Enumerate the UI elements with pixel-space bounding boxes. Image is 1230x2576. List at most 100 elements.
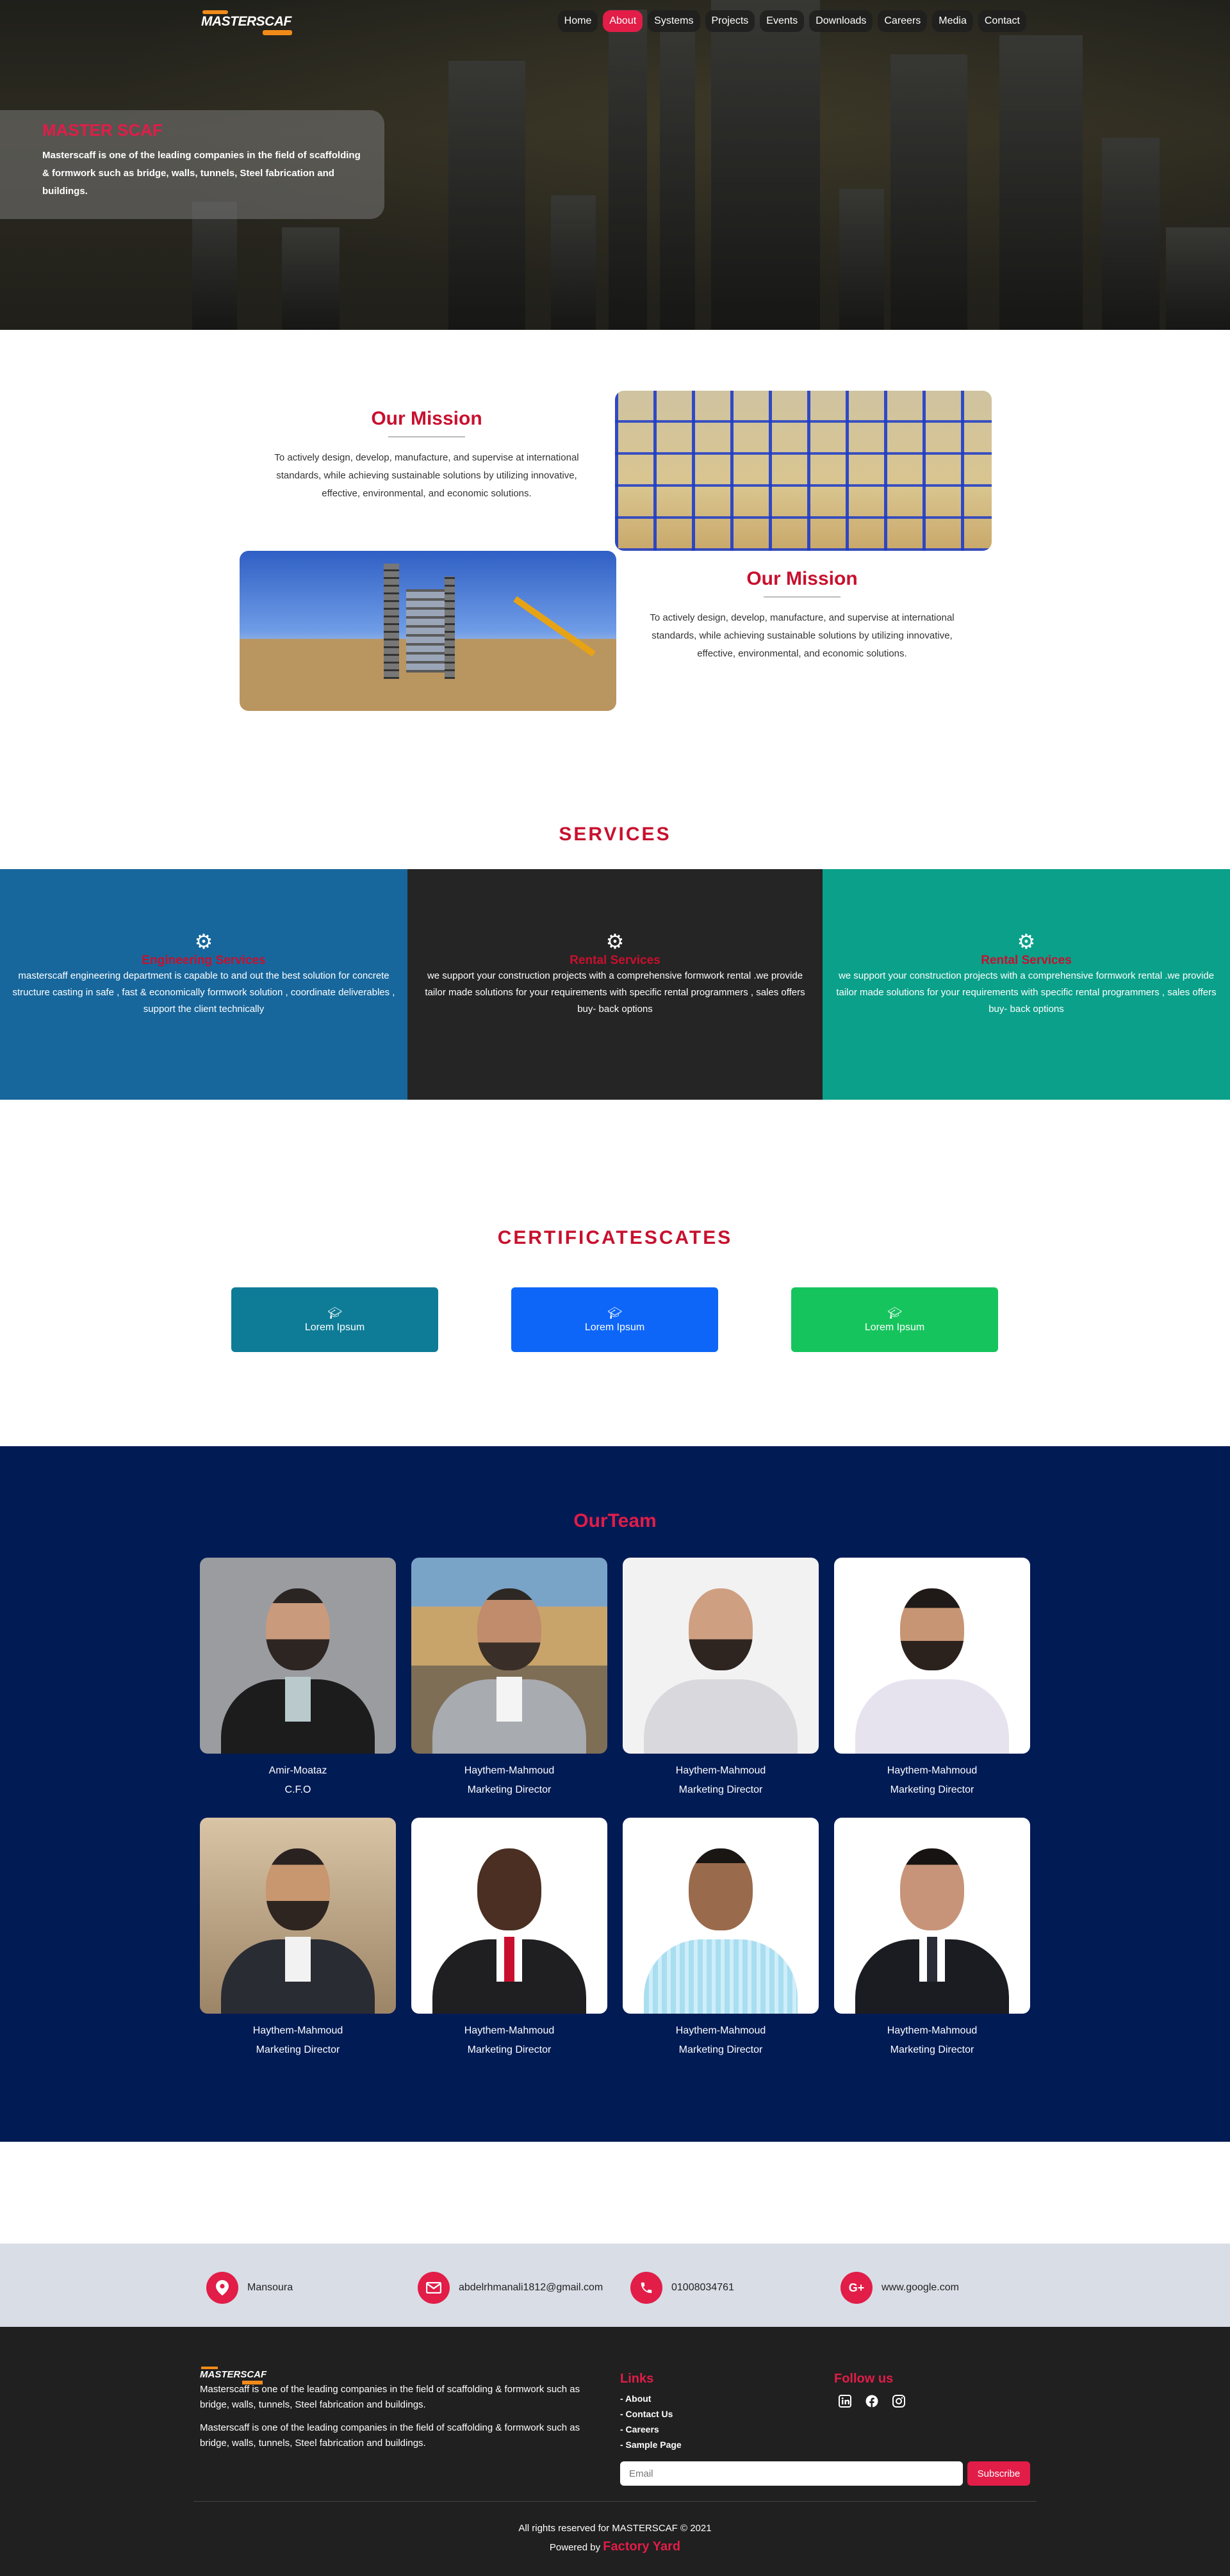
team-member: Haythem-Mahmoud Marketing Director bbox=[411, 1558, 607, 1796]
member-role: Marketing Director bbox=[256, 2044, 340, 2055]
contact-email[interactable]: abdelrhmanali1812@gmail.com bbox=[418, 2272, 603, 2304]
main-menu: Home About Systems Projects Events Downl… bbox=[557, 10, 1026, 32]
building-under-construction bbox=[406, 589, 445, 673]
team-member: Haythem-Mahmoud Marketing Director bbox=[200, 1818, 396, 2056]
contact-location: Mansoura bbox=[206, 2272, 293, 2304]
team-member: Amir-Moataz C.F.O bbox=[200, 1558, 396, 1796]
logo-wordmark: MASTERSCAF bbox=[201, 14, 291, 29]
graduation-cap-icon: 🎓︎ bbox=[607, 1307, 622, 1319]
service-card-engineering: ⚙ Engineering Services masterscaff engin… bbox=[0, 869, 407, 1100]
mission-block: Our Mission To actively design, develop,… bbox=[266, 408, 587, 503]
facebook-icon[interactable] bbox=[864, 2393, 880, 2409]
photo-face bbox=[477, 1848, 541, 1930]
service-text: we support your construction projects wi… bbox=[836, 970, 1217, 1015]
crane-boom bbox=[513, 596, 596, 657]
member-role: Marketing Director bbox=[678, 1784, 763, 1795]
team-section: OurTeam Amir-Moataz C.F.O Haythem-Mahmou… bbox=[0, 1446, 1230, 2142]
member-name: Haythem-Mahmoud bbox=[464, 1765, 555, 1776]
powered-by-brand[interactable]: Factory Yard bbox=[603, 2539, 680, 2554]
nav-careers[interactable]: Careers bbox=[878, 10, 928, 32]
member-role: Marketing Director bbox=[467, 1784, 552, 1795]
member-photo bbox=[200, 1558, 396, 1754]
certificate-label: Lorem Ipsum bbox=[584, 1322, 645, 1333]
member-name: Haythem-Mahmoud bbox=[252, 2025, 343, 2036]
top-navigation: MASTERSCAF Home About Systems Projects E… bbox=[0, 9, 1230, 35]
mission-title: Our Mission bbox=[746, 568, 858, 589]
hero-text: Masterscaff is one of the leading compan… bbox=[42, 150, 361, 197]
photo-face bbox=[689, 1848, 753, 1930]
hero-banner: MASTERSCAF Home About Systems Projects E… bbox=[0, 0, 1230, 330]
services-title: SERVICES bbox=[559, 824, 671, 845]
member-role: Marketing Director bbox=[467, 2044, 552, 2055]
photo-face bbox=[900, 1848, 964, 1930]
photo-tie bbox=[496, 1937, 522, 1982]
subscribe-button[interactable]: Subscribe bbox=[967, 2461, 1030, 2486]
team-member: Haythem-Mahmoud Marketing Director bbox=[623, 1558, 819, 1796]
member-name: Haythem-Mahmoud bbox=[887, 2025, 978, 2036]
member-name: Haythem-Mahmoud bbox=[887, 1765, 978, 1776]
service-card-rental-2: ⚙ Rental Services we support your constr… bbox=[823, 869, 1230, 1100]
member-name: Haythem-Mahmoud bbox=[675, 1765, 766, 1776]
contact-website[interactable]: G+ www.google.com bbox=[840, 2272, 959, 2304]
footer-link-contact[interactable]: - Contact Us bbox=[620, 2406, 682, 2422]
nav-systems[interactable]: Systems bbox=[648, 10, 700, 32]
certificate-label: Lorem Ipsum bbox=[864, 1322, 925, 1333]
newsletter-email-input[interactable] bbox=[620, 2461, 963, 2486]
nav-about[interactable]: About bbox=[603, 10, 643, 32]
nav-projects[interactable]: Projects bbox=[705, 10, 755, 32]
contact-email-text: abdelrhmanali1812@gmail.com bbox=[459, 2282, 603, 2293]
footer-link-careers[interactable]: - Careers bbox=[620, 2422, 682, 2437]
nav-contact[interactable]: Contact bbox=[978, 10, 1026, 32]
nav-events[interactable]: Events bbox=[760, 10, 805, 32]
member-photo bbox=[623, 1558, 819, 1754]
photo-face bbox=[477, 1588, 541, 1670]
google-plus-icon: G+ bbox=[840, 2272, 873, 2304]
logo-wordmark: MASTERSCAF bbox=[200, 2369, 267, 2380]
nav-home[interactable]: Home bbox=[557, 10, 598, 32]
hero-title: MASTER SCAF bbox=[42, 120, 163, 140]
site-logo[interactable]: MASTERSCAF bbox=[201, 9, 297, 37]
follow-title: Follow us bbox=[834, 2372, 894, 2386]
footer-link-sample-page[interactable]: - Sample Page bbox=[620, 2437, 682, 2452]
hero-card: MASTER SCAF Masterscaff is one of the le… bbox=[0, 110, 384, 219]
contact-phone[interactable]: 01008034761 bbox=[630, 2272, 734, 2304]
powered-by-prefix: Powered by bbox=[549, 2542, 601, 2553]
certificate-button[interactable]: 🎓︎ Lorem Ipsum bbox=[791, 1287, 998, 1352]
certificate-button[interactable]: 🎓︎ Lorem Ipsum bbox=[511, 1287, 718, 1352]
photo-face bbox=[266, 1588, 330, 1670]
construction-site-photo bbox=[240, 551, 616, 711]
member-photo bbox=[411, 1818, 607, 2014]
powered-by: Powered by Factory Yard bbox=[0, 2539, 1230, 2554]
member-role: Marketing Director bbox=[890, 1784, 974, 1795]
member-role: Marketing Director bbox=[678, 2044, 763, 2055]
member-photo bbox=[834, 1558, 1030, 1754]
scaffolding-photo bbox=[615, 391, 992, 551]
member-role: C.F.O bbox=[284, 1784, 311, 1795]
footer-about-text: Masterscaff is one of the leading compan… bbox=[200, 2384, 580, 2410]
mission-title: Our Mission bbox=[371, 408, 482, 429]
team-member: Haythem-Mahmoud Marketing Director bbox=[411, 1818, 607, 2056]
member-name: Haythem-Mahmoud bbox=[464, 2025, 555, 2036]
photo-shirt-body bbox=[855, 1679, 1009, 1754]
gear-icon: ⚙ bbox=[605, 930, 625, 953]
site-footer: MASTERSCAF Masterscaff is one of the lea… bbox=[0, 2327, 1230, 2576]
nav-downloads[interactable]: Downloads bbox=[809, 10, 873, 32]
member-name: Amir-Moataz bbox=[268, 1765, 327, 1776]
team-title: OurTeam bbox=[573, 1510, 657, 1531]
nav-media[interactable]: Media bbox=[932, 10, 973, 32]
photo-face bbox=[266, 1848, 330, 1930]
linkedin-icon[interactable] bbox=[837, 2393, 853, 2409]
service-text: masterscaff engineering department is ca… bbox=[12, 970, 395, 1015]
footer-about-text: Masterscaff is one of the leading compan… bbox=[200, 2422, 580, 2449]
instagram-icon[interactable] bbox=[891, 2393, 906, 2409]
service-title: Engineering Services bbox=[142, 954, 266, 967]
footer-link-about[interactable]: - About bbox=[620, 2391, 682, 2406]
footer-divider bbox=[193, 2501, 1037, 2502]
mission-section: Our Mission To actively design, develop,… bbox=[0, 330, 1230, 791]
certificate-button[interactable]: 🎓︎ Lorem Ipsum bbox=[231, 1287, 438, 1352]
member-photo bbox=[411, 1558, 607, 1754]
gear-icon: ⚙ bbox=[1017, 930, 1036, 953]
certificates-title: CERTIFICATESCATES bbox=[497, 1227, 733, 1248]
graduation-cap-icon: 🎓︎ bbox=[327, 1307, 342, 1319]
services-row: ⚙ Engineering Services masterscaff engin… bbox=[0, 869, 1230, 1100]
